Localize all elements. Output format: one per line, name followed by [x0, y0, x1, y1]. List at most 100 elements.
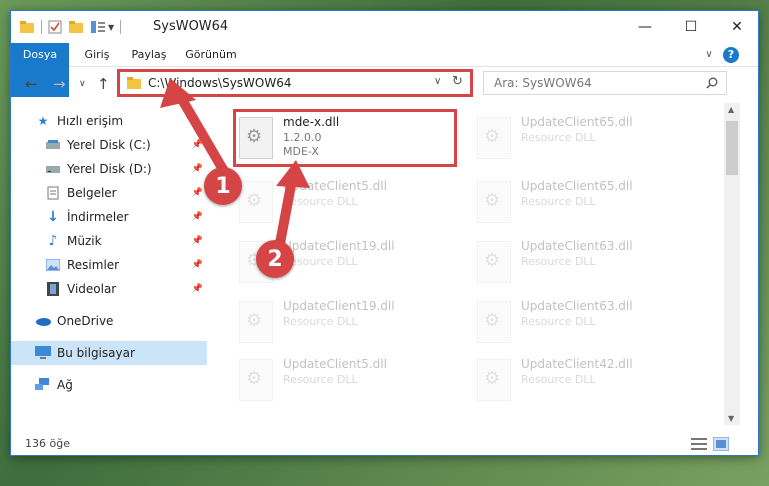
drive-icon — [45, 161, 61, 177]
sidebar-item-music[interactable]: ♪ Müzik 📌 — [11, 229, 207, 253]
explorer-window: ▼ SysWOW64 — ☐ ✕ Dosya Giriş Paylaş Görü… — [10, 10, 759, 456]
videos-icon — [45, 281, 61, 297]
network-icon — [35, 377, 51, 393]
pin-icon[interactable]: 📌 — [192, 284, 203, 294]
file-name: UpdateClient65.dll — [521, 115, 633, 129]
file-name: UpdateClient63.dll — [521, 239, 633, 253]
view-icon[interactable] — [90, 20, 106, 34]
scroll-down-icon[interactable]: ▼ — [728, 414, 734, 423]
file-name: UpdateClient19.dll — [283, 239, 395, 253]
file-name: UpdateClient19.dll — [283, 299, 395, 313]
minimize-button[interactable]: — — [622, 11, 668, 43]
pictures-icon — [45, 257, 61, 273]
forward-button[interactable]: → — [53, 75, 66, 93]
search-icon[interactable] — [706, 77, 718, 89]
collapse-ribbon-icon[interactable]: ∨ — [701, 43, 717, 67]
file-item[interactable]: UpdateClient65.dll Resource DLL — [473, 111, 693, 165]
folder-icon[interactable] — [19, 20, 35, 34]
sidebar-item-label: Hızlı erişim — [57, 114, 124, 128]
pin-icon[interactable]: 📌 — [192, 260, 203, 270]
customize-dropdown-icon[interactable]: ▼ — [108, 23, 114, 32]
toolbar-divider — [41, 20, 42, 34]
file-name: UpdateClient5.dll — [283, 357, 387, 371]
sidebar-item-label: Videolar — [67, 282, 117, 296]
ribbon-tabs: Dosya Giriş Paylaş Görünüm ∨ ? — [11, 43, 758, 97]
item-count: 136 öğe — [25, 437, 70, 450]
help-icon[interactable]: ? — [723, 47, 739, 63]
back-button[interactable]: ← — [25, 75, 38, 93]
details-view-icon[interactable] — [691, 437, 707, 451]
sidebar-item-documents[interactable]: Belgeler 📌 — [11, 181, 207, 205]
sidebar-item-onedrive[interactable]: OneDrive — [11, 309, 207, 333]
step-2-badge: 2 — [256, 240, 294, 278]
file-description: Resource DLL — [283, 195, 358, 208]
file-description: Resource DLL — [521, 131, 596, 144]
file-description: Resource DLL — [521, 195, 596, 208]
sidebar-item-label: Resimler — [67, 258, 120, 272]
file-item[interactable]: UpdateClient42.dll Resource DLL — [473, 353, 693, 407]
dll-file-icon — [477, 241, 511, 283]
recent-locations-icon[interactable]: ∨ — [79, 79, 86, 89]
dll-file-icon — [239, 181, 273, 223]
scroll-thumb[interactable] — [726, 121, 738, 175]
vertical-scrollbar[interactable]: ▲ ▼ — [724, 103, 740, 425]
tab-view[interactable]: Görünüm — [181, 43, 241, 67]
tab-share[interactable]: Paylaş — [125, 43, 173, 67]
sidebar-item-disk-c[interactable]: Yerel Disk (C:) 📌 — [11, 133, 207, 157]
file-description: Resource DLL — [521, 373, 596, 386]
drive-icon — [45, 137, 61, 153]
dll-file-icon — [477, 359, 511, 401]
sidebar-item-downloads[interactable]: ↓ İndirmeler 📌 — [11, 205, 207, 229]
window-title: SysWOW64 — [153, 19, 229, 34]
status-bar: 136 öğe — [11, 433, 758, 455]
dll-file-icon — [477, 301, 511, 343]
pin-icon[interactable]: 📌 — [192, 188, 203, 198]
sidebar-item-label: Müzik — [67, 234, 102, 248]
quick-access-toolbar: ▼ — [19, 18, 127, 36]
close-button[interactable]: ✕ — [714, 11, 760, 43]
sidebar-item-label: Yerel Disk (D:) — [67, 162, 152, 176]
sidebar-item-label: Bu bilgisayar — [57, 346, 135, 360]
new-folder-icon[interactable] — [68, 20, 84, 34]
sidebar-item-disk-d[interactable]: Yerel Disk (D:) 📌 — [11, 157, 207, 181]
pin-icon[interactable]: 📌 — [192, 164, 203, 174]
title-bar: ▼ SysWOW64 — ☐ ✕ — [11, 11, 758, 43]
toolbar-divider — [120, 20, 122, 34]
dll-file-icon — [239, 301, 273, 343]
file-name: UpdateClient42.dll — [521, 357, 633, 371]
sidebar-item-label: OneDrive — [57, 314, 114, 328]
dll-file-icon — [239, 359, 273, 401]
search-input[interactable]: Ara: SysWOW64 — [494, 76, 592, 90]
file-item[interactable]: UpdateClient5.dll Resource DLL — [235, 175, 455, 229]
pin-icon[interactable]: 📌 — [192, 236, 203, 246]
file-item[interactable]: UpdateClient63.dll Resource DLL — [473, 235, 693, 289]
properties-icon[interactable] — [48, 20, 62, 34]
file-description: Resource DLL — [283, 315, 358, 328]
tab-home[interactable]: Giriş — [75, 43, 119, 67]
large-icons-view-icon[interactable] — [713, 437, 729, 451]
file-item[interactable]: UpdateClient5.dll Resource DLL — [235, 353, 455, 407]
scroll-up-icon[interactable]: ▲ — [728, 105, 734, 114]
up-button[interactable]: ↑ — [97, 75, 110, 93]
pin-icon[interactable]: 📌 — [192, 212, 203, 222]
file-item[interactable]: UpdateClient19.dll Resource DLL — [235, 295, 455, 349]
file-item[interactable]: UpdateClient63.dll Resource DLL — [473, 295, 693, 349]
file-description: Resource DLL — [521, 315, 596, 328]
sidebar-item-videos[interactable]: Videolar 📌 — [11, 277, 207, 301]
maximize-button[interactable]: ☐ — [668, 11, 714, 43]
file-item[interactable]: UpdateClient65.dll Resource DLL — [473, 175, 693, 229]
pin-icon[interactable]: 📌 — [192, 140, 203, 150]
dll-file-icon — [477, 117, 511, 159]
file-description: Resource DLL — [283, 255, 358, 268]
sidebar-item-network[interactable]: Ağ — [11, 373, 207, 397]
sidebar-item-label: Ağ — [57, 378, 73, 392]
file-highlight-box — [233, 109, 457, 167]
sidebar-item-quick-access[interactable]: ★ Hızlı erişim — [11, 109, 207, 133]
dll-file-icon — [477, 181, 511, 223]
sidebar-item-label: İndirmeler — [67, 210, 129, 224]
sidebar-item-pictures[interactable]: Resimler 📌 — [11, 253, 207, 277]
navigation-bar: ← → ∨ ↑ C:\Windows\SysWOW64 ∨ ↻ Ara: Sys… — [11, 67, 758, 101]
search-box[interactable]: Ara: SysWOW64 — [483, 71, 727, 95]
sidebar-item-this-pc[interactable]: Bu bilgisayar — [11, 341, 207, 365]
file-name: UpdateClient63.dll — [521, 299, 633, 313]
